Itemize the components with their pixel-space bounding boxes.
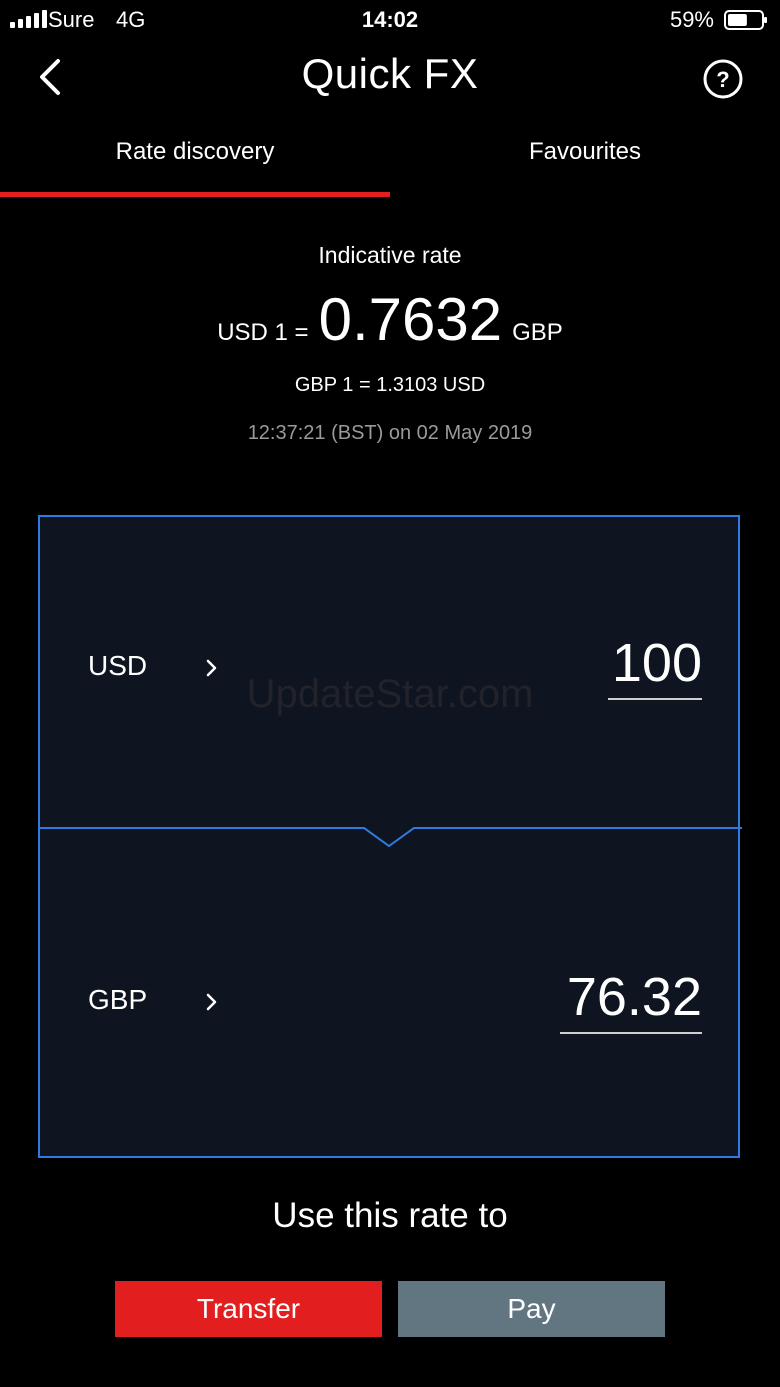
from-currency-label[interactable]: USD: [88, 650, 147, 682]
inverse-rate: GBP 1 = 1.3103 USD: [294, 374, 486, 396]
status-bar: Sure 4G 14:02 59%: [0, 0, 780, 40]
from-amount-input[interactable]: 100: [608, 632, 702, 694]
transfer-button[interactable]: Transfer: [115, 1281, 382, 1337]
to-currency-label[interactable]: GBP: [88, 984, 147, 1016]
rate-heading: Indicative rate: [318, 242, 462, 268]
rate-line: USD 1 = 0.7632 GBP: [0, 285, 780, 355]
to-amount-input[interactable]: 76.32: [560, 966, 702, 1028]
page-title: Quick FX: [301, 50, 479, 97]
status-time: 14:02: [361, 7, 419, 32]
battery-icon: [724, 10, 767, 30]
pay-button[interactable]: Pay: [398, 1281, 665, 1337]
tab-favourites[interactable]: Favourites: [390, 138, 780, 166]
svg-text:?: ?: [716, 67, 729, 92]
chevron-right-icon[interactable]: [204, 656, 220, 680]
from-amount-underline: [608, 698, 702, 700]
converter-divider: [38, 827, 742, 848]
rate-value: 0.7632: [318, 286, 503, 353]
use-rate-heading: Use this rate to: [272, 1196, 508, 1235]
rate-timestamp: 12:37:21 (BST) on 02 May 2019: [247, 422, 533, 444]
tab-rate-discovery[interactable]: Rate discovery: [0, 138, 390, 166]
to-amount-underline: [560, 1032, 702, 1034]
help-icon[interactable]: ?: [702, 58, 744, 100]
rate-prefix: USD 1 =: [217, 319, 309, 346]
chevron-right-icon[interactable]: [204, 990, 220, 1014]
rate-suffix: GBP: [512, 319, 563, 346]
active-tab-indicator: [0, 192, 390, 197]
battery-percent: 59%: [669, 7, 714, 32]
